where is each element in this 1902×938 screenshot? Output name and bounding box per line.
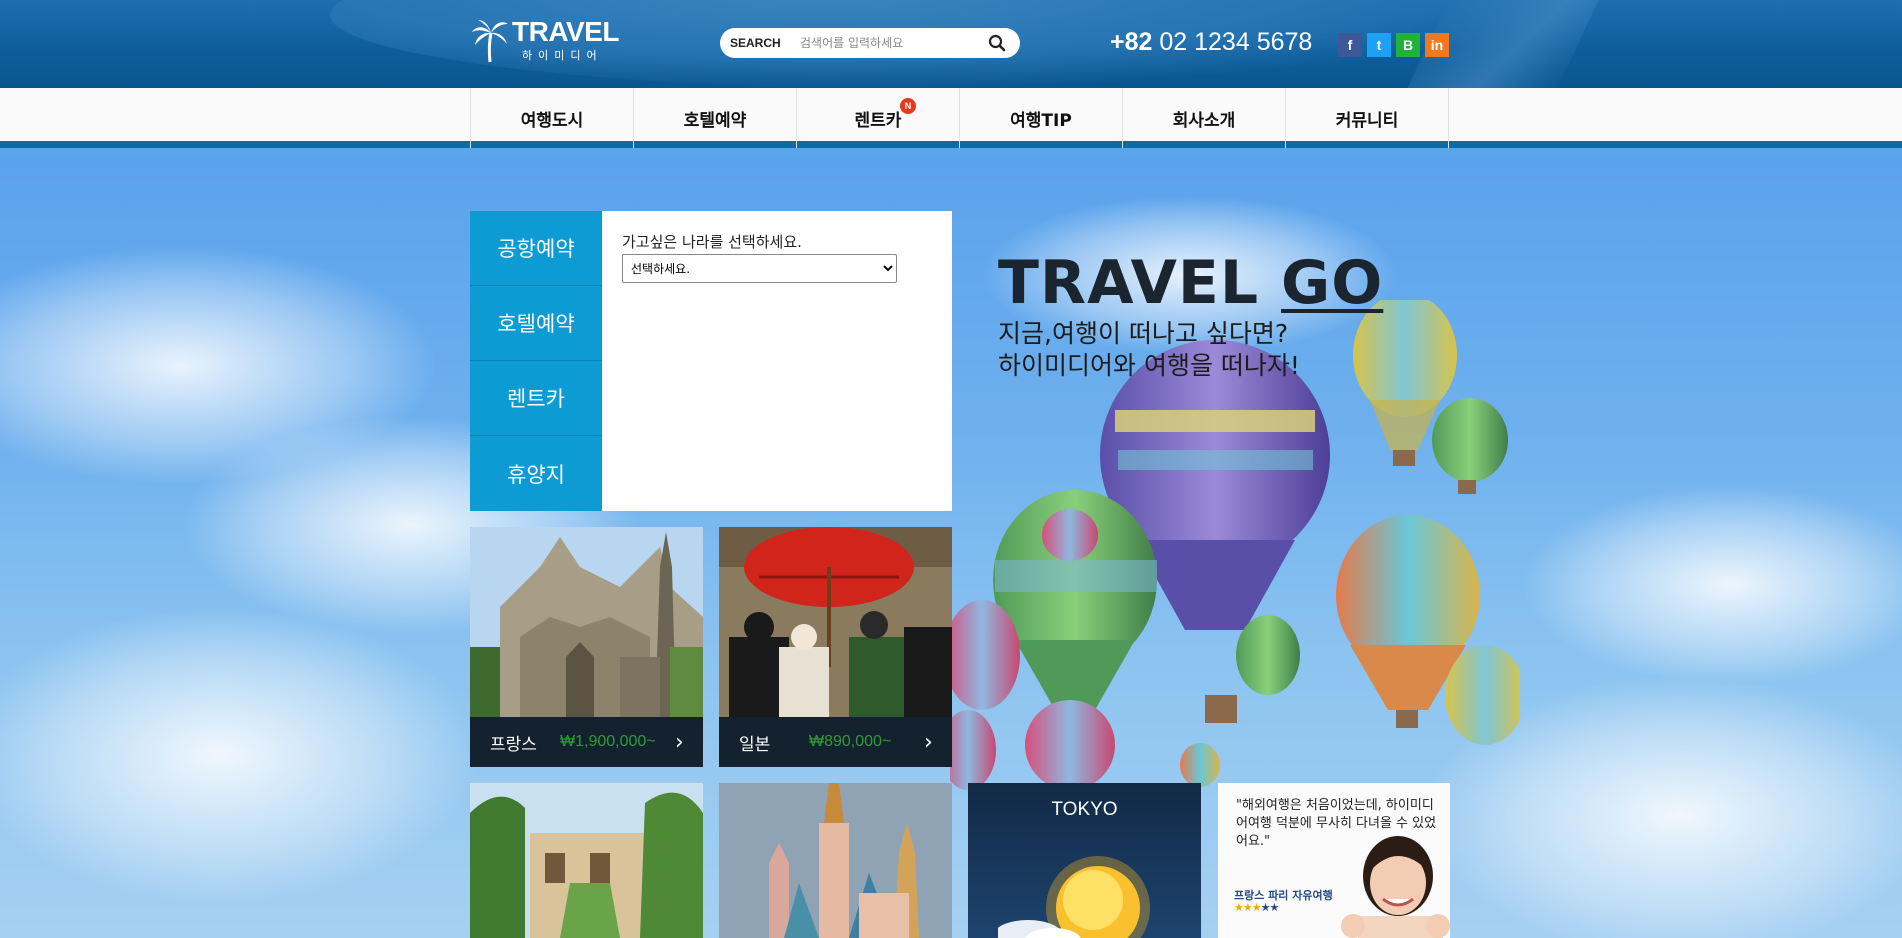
search-label: SEARCH — [730, 36, 781, 50]
destination-bar: 일본 ₩890,000~ › — [719, 717, 952, 767]
cloud — [1520, 485, 1902, 685]
search-button[interactable] — [984, 30, 1010, 56]
cathedral-image — [470, 527, 703, 717]
customer-review-card[interactable]: "해외여행은 처음이었는데, 하이미디어여행 덕분에 무사히 다녀올 수 있었어… — [1218, 783, 1450, 938]
phone-digits: 02 1234 5678 — [1159, 28, 1313, 56]
new-badge: N — [900, 98, 916, 114]
sun-icon — [998, 856, 1150, 938]
site-logo[interactable]: TRAVEL 하이미디어 — [470, 18, 620, 68]
search-icon — [988, 34, 1006, 52]
blog-icon[interactable]: B — [1396, 33, 1420, 57]
phone-prefix: +82 — [1110, 28, 1153, 56]
hero-title: TRAVEL GO — [998, 248, 1383, 318]
castle-image — [719, 783, 952, 938]
site-header: TRAVEL 하이미디어 SEARCH +82 02 1234 5678 ftB… — [0, 0, 1902, 88]
star-icon: ★ — [1234, 901, 1244, 914]
star-icon: ★ — [1251, 901, 1262, 914]
tab-rentcar[interactable]: 렌트카 — [470, 361, 602, 436]
tab-hotel[interactable]: 호텔예약 — [470, 286, 602, 361]
nav-label: 여행도시 — [520, 110, 584, 131]
nav-item-company[interactable]: 회사소개 — [1123, 88, 1286, 148]
booking-form: 가고싶은 나라를 선택하세요. 선택하세요. — [622, 231, 897, 283]
facebook-icon[interactable]: f — [1338, 33, 1362, 57]
hero-title-block: TRAVEL GO 지금,여행이 떠나고 싶다면? 하이미디어와 여행을 떠나자… — [998, 248, 1383, 382]
search-bar: SEARCH — [720, 28, 1020, 58]
logo-subtext: 하이미디어 — [522, 49, 603, 62]
booking-widget: 공항예약 호텔예약 렌트카 휴양지 가고싶은 나라를 선택하세요. 선택하세요. — [470, 211, 952, 511]
star-icon: ★ — [1269, 901, 1280, 914]
rating-stars: ★★★★★ — [1234, 901, 1280, 914]
nav-item-rentcar[interactable]: 렌트카 N — [797, 88, 960, 148]
destination-name: 프랑스 — [490, 734, 537, 755]
destination-card-japan[interactable]: 일본 ₩890,000~ › — [719, 527, 952, 767]
country-select[interactable]: 선택하세요. — [622, 254, 897, 283]
destination-price: ₩1,900,000~ — [560, 733, 656, 750]
star-icon: ★ — [1242, 901, 1253, 914]
search-input[interactable] — [800, 36, 980, 50]
japanese-wedding-image — [719, 527, 952, 717]
nav-label: 렌트카 — [854, 110, 902, 131]
nav-item-cities[interactable]: 여행도시 — [471, 88, 634, 148]
destination-price: ₩890,000~ — [809, 733, 892, 750]
reviewer-photo — [1341, 836, 1450, 938]
hero-title-underlined: GO — [1281, 248, 1384, 318]
star-icon: ★ — [1260, 901, 1271, 914]
weather-city: TOKYO — [1051, 799, 1118, 820]
tab-airport[interactable]: 공항예약 — [470, 211, 602, 286]
linkedin-icon[interactable]: in — [1425, 33, 1449, 57]
palm-resort-image — [470, 783, 703, 938]
cloud — [0, 605, 480, 905]
nav-item-hotel[interactable]: 호텔예약 — [634, 88, 797, 148]
hero-subtitle-line1: 지금,여행이 떠나고 싶다면? — [998, 319, 1289, 348]
phone-number: +82 02 1234 5678 — [1110, 28, 1312, 57]
destination-card-castle[interactable] — [719, 783, 952, 938]
nav-label: 여행TIP — [1010, 110, 1072, 131]
social-links: f t Bin — [1338, 33, 1449, 57]
main-nav: 여행도시 호텔예약 렌트카 N 여행TIP 회사소개 커뮤니티 — [0, 88, 1902, 148]
destination-card-resort[interactable] — [470, 783, 703, 938]
country-select-label: 가고싶은 나라를 선택하세요. — [622, 233, 802, 251]
booking-tabs: 공항예약 호텔예약 렌트카 휴양지 — [470, 211, 602, 511]
destination-bar: 프랑스 ₩1,900,000~ › — [470, 717, 703, 767]
hero-subtitle-line2: 하이미디어와 여행을 떠나자! — [998, 351, 1300, 380]
hero-title-word: TRAVEL — [998, 248, 1260, 318]
nav-item-community[interactable]: 커뮤니티 — [1286, 88, 1449, 148]
nav-label: 호텔예약 — [683, 110, 747, 131]
logo-text: TRAVEL — [512, 16, 619, 47]
twitter-icon[interactable]: t — [1367, 33, 1391, 57]
chevron-right-icon: › — [675, 729, 684, 755]
destination-name: 일본 — [739, 734, 771, 755]
nav-label: 회사소개 — [1172, 110, 1236, 131]
destination-card-france[interactable]: 프랑스 ₩1,900,000~ › — [470, 527, 703, 767]
weather-widget: TOKYO — [968, 783, 1201, 938]
nav-item-tip[interactable]: 여행TIP — [960, 88, 1123, 148]
nav-label: 커뮤니티 — [1335, 110, 1399, 131]
chevron-right-icon: › — [924, 729, 933, 755]
palm-tree-icon — [472, 20, 508, 63]
tab-resort[interactable]: 휴양지 — [470, 436, 602, 511]
